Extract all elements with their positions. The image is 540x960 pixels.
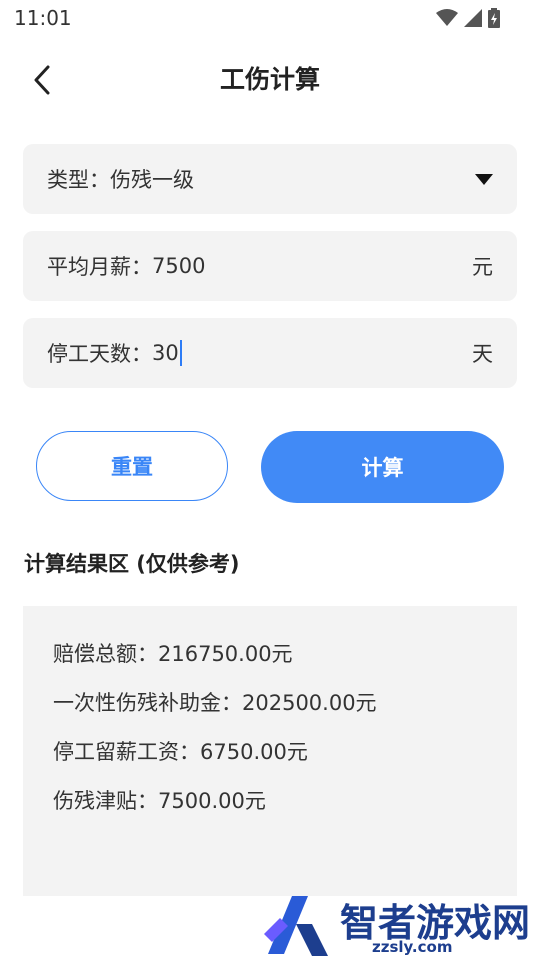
back-arrow-icon: [34, 65, 50, 95]
results-title: 计算结果区 (仅供参考): [24, 552, 240, 576]
days-field[interactable]: 停工天数： 30 天: [23, 318, 517, 388]
watermark-logo-icon: [264, 896, 328, 956]
salary-label: 平均月薪：: [47, 255, 152, 279]
page-title: 工伤计算: [219, 65, 320, 94]
type-select[interactable]: 类型： 伤残一级: [23, 144, 517, 214]
salary-input[interactable]: 7500: [152, 254, 205, 278]
type-value: 伤残一级: [110, 168, 194, 192]
result-total: 赔偿总额：216750.00元: [53, 642, 293, 666]
calculate-button[interactable]: 计算: [261, 431, 504, 503]
type-label: 类型：: [47, 168, 110, 192]
watermark: 智者游戏网 zzsly.com: [262, 892, 540, 960]
days-input[interactable]: 30: [152, 341, 179, 365]
wifi-icon: [436, 9, 458, 26]
salary-field[interactable]: 平均月薪： 7500 元: [23, 231, 517, 301]
battery-icon: [488, 8, 500, 28]
signal-icon: [464, 9, 482, 27]
results-panel: 赔偿总额：216750.00元 一次性伤残补助金：202500.00元 停工留薪…: [23, 606, 517, 896]
salary-unit: 元: [472, 255, 493, 279]
watermark-url: zzsly.com: [372, 938, 453, 956]
text-cursor: [179, 340, 182, 366]
reset-button[interactable]: 重置: [36, 431, 228, 501]
status-time: 11:01: [14, 6, 72, 30]
days-label: 停工天数：: [47, 342, 152, 366]
result-lump-sum: 一次性伤残补助金：202500.00元: [53, 691, 377, 715]
result-suspension-wage: 停工留薪工资：6750.00元: [53, 740, 308, 764]
back-button[interactable]: [22, 60, 62, 100]
status-icons: [436, 8, 500, 28]
days-unit: 天: [472, 342, 493, 366]
dropdown-arrow-icon: [475, 173, 493, 185]
result-allowance: 伤残津贴：7500.00元: [53, 789, 266, 813]
